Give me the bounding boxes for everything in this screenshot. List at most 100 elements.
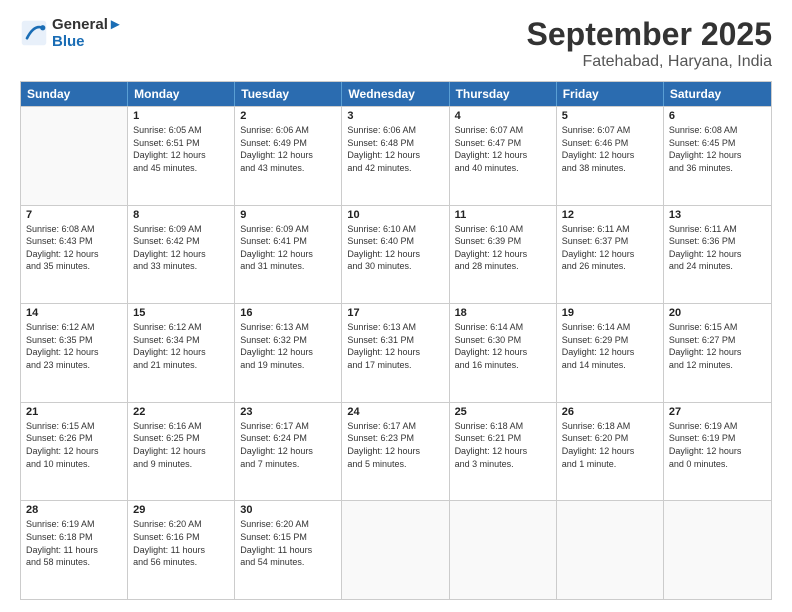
day-cell-16: 16Sunrise: 6:13 AM Sunset: 6:32 PM Dayli… [235, 304, 342, 402]
day-info: Sunrise: 6:05 AM Sunset: 6:51 PM Dayligh… [133, 124, 229, 174]
empty-cell-4-6 [664, 501, 771, 599]
month-title: September 2025 [527, 16, 772, 53]
day-info: Sunrise: 6:15 AM Sunset: 6:26 PM Dayligh… [26, 420, 122, 470]
day-cell-27: 27 Sunrise: 6:19 AM Sunset: 6:19 PM Dayli… [664, 403, 771, 501]
day-info: Sunrise: 6:06 AM Sunset: 6:49 PM Dayligh… [240, 124, 336, 174]
day-info: Sunrise: 6:09 AM Sunset: 6:42 PM Dayligh… [133, 223, 229, 273]
header: General► Blue September 2025 Fatehabad, … [20, 16, 772, 71]
day-number: 11 [455, 209, 551, 221]
day-cell-15: 15 Sunrise: 6:12 AM Sunset: 6:34 PM Dayli… [128, 304, 235, 402]
day-cell-8: 8 Sunrise: 6:09 AM Sunset: 6:42 PM Daylig… [128, 206, 235, 304]
calendar-row-2: 14 Sunrise: 6:12 AM Sunset: 6:35 PM Dayli… [21, 303, 771, 402]
day-number: 28 [26, 504, 122, 516]
day-number: 3 [347, 110, 443, 122]
day-number: 4 [455, 110, 551, 122]
day-info: Sunrise: 6:10 AM Sunset: 6:39 PM Dayligh… [455, 223, 551, 273]
logo-icon [20, 19, 48, 47]
day-number: 30 [240, 504, 336, 516]
day-cell-4: 4 Sunrise: 6:07 AM Sunset: 6:47 PM Daylig… [450, 107, 557, 205]
day-number: 18 [455, 307, 551, 319]
day-info: Sunrise: 6:07 AM Sunset: 6:47 PM Dayligh… [455, 124, 551, 174]
day-cell-30: 30 Sunrise: 6:20 AM Sunset: 6:15 PM Dayli… [235, 501, 342, 599]
day-number: 15 [133, 307, 229, 319]
day-info: Sunrise: 6:20 AM Sunset: 6:15 PM Dayligh… [240, 518, 336, 568]
day-cell-22: 22 Sunrise: 6:16 AM Sunset: 6:25 PM Dayli… [128, 403, 235, 501]
day-info: Sunrise: 6:14 AM Sunset: 6:30 PM Dayligh… [455, 321, 551, 371]
empty-cell-0-0 [21, 107, 128, 205]
day-cell-21: 21Sunrise: 6:15 AM Sunset: 6:26 PM Dayli… [21, 403, 128, 501]
day-number: 25 [455, 406, 551, 418]
weekday-header-tuesday: Tuesday [235, 82, 342, 106]
day-info: Sunrise: 6:17 AM Sunset: 6:23 PM Dayligh… [347, 420, 443, 470]
day-cell-28: 28Sunrise: 6:19 AM Sunset: 6:18 PM Dayli… [21, 501, 128, 599]
empty-cell-4-5 [557, 501, 664, 599]
day-info: Sunrise: 6:06 AM Sunset: 6:48 PM Dayligh… [347, 124, 443, 174]
day-info: Sunrise: 6:20 AM Sunset: 6:16 PM Dayligh… [133, 518, 229, 568]
day-info: Sunrise: 6:12 AM Sunset: 6:35 PM Dayligh… [26, 321, 122, 371]
day-number: 10 [347, 209, 443, 221]
day-cell-29: 29 Sunrise: 6:20 AM Sunset: 6:16 PM Dayli… [128, 501, 235, 599]
day-info: Sunrise: 6:12 AM Sunset: 6:34 PM Dayligh… [133, 321, 229, 371]
day-cell-25: 25 Sunrise: 6:18 AM Sunset: 6:21 PM Dayli… [450, 403, 557, 501]
calendar-row-4: 28Sunrise: 6:19 AM Sunset: 6:18 PM Dayli… [21, 500, 771, 599]
day-info: Sunrise: 6:18 AM Sunset: 6:20 PM Dayligh… [562, 420, 658, 470]
day-cell-14: 14 Sunrise: 6:12 AM Sunset: 6:35 PM Dayli… [21, 304, 128, 402]
calendar-row-3: 21Sunrise: 6:15 AM Sunset: 6:26 PM Dayli… [21, 402, 771, 501]
day-number: 1 [133, 110, 229, 122]
day-cell-3: 3 Sunrise: 6:06 AM Sunset: 6:48 PM Daylig… [342, 107, 449, 205]
day-info: Sunrise: 6:11 AM Sunset: 6:37 PM Dayligh… [562, 223, 658, 273]
day-number: 29 [133, 504, 229, 516]
day-info: Sunrise: 6:09 AM Sunset: 6:41 PM Dayligh… [240, 223, 336, 273]
day-number: 7 [26, 209, 122, 221]
day-number: 14 [26, 307, 122, 319]
title-block: September 2025 Fatehabad, Haryana, India [527, 16, 772, 71]
day-info: Sunrise: 6:17 AM Sunset: 6:24 PM Dayligh… [240, 420, 336, 470]
day-cell-12: 12 Sunrise: 6:11 AM Sunset: 6:37 PM Dayli… [557, 206, 664, 304]
calendar-row-0: 1 Sunrise: 6:05 AM Sunset: 6:51 PM Daylig… [21, 106, 771, 205]
day-info: Sunrise: 6:16 AM Sunset: 6:25 PM Dayligh… [133, 420, 229, 470]
day-number: 2 [240, 110, 336, 122]
day-info: Sunrise: 6:11 AM Sunset: 6:36 PM Dayligh… [669, 223, 766, 273]
location-title: Fatehabad, Haryana, India [527, 53, 772, 71]
weekday-header-wednesday: Wednesday [342, 82, 449, 106]
day-number: 5 [562, 110, 658, 122]
day-info: Sunrise: 6:08 AM Sunset: 6:45 PM Dayligh… [669, 124, 766, 174]
logo-text: General► Blue [52, 16, 123, 50]
day-cell-5: 5 Sunrise: 6:07 AM Sunset: 6:46 PM Daylig… [557, 107, 664, 205]
day-cell-20: 20Sunrise: 6:15 AM Sunset: 6:27 PM Dayli… [664, 304, 771, 402]
day-info: Sunrise: 6:07 AM Sunset: 6:46 PM Dayligh… [562, 124, 658, 174]
day-cell-26: 26 Sunrise: 6:18 AM Sunset: 6:20 PM Dayli… [557, 403, 664, 501]
calendar: SundayMondayTuesdayWednesdayThursdayFrid… [20, 81, 772, 600]
weekday-header-thursday: Thursday [450, 82, 557, 106]
day-info: Sunrise: 6:10 AM Sunset: 6:40 PM Dayligh… [347, 223, 443, 273]
day-cell-13: 13 Sunrise: 6:11 AM Sunset: 6:36 PM Dayli… [664, 206, 771, 304]
day-number: 22 [133, 406, 229, 418]
day-number: 6 [669, 110, 766, 122]
weekday-header-friday: Friday [557, 82, 664, 106]
day-cell-2: 2 Sunrise: 6:06 AM Sunset: 6:49 PM Daylig… [235, 107, 342, 205]
day-number: 26 [562, 406, 658, 418]
calendar-header: SundayMondayTuesdayWednesdayThursdayFrid… [21, 82, 771, 106]
day-info: Sunrise: 6:19 AM Sunset: 6:19 PM Dayligh… [669, 420, 766, 470]
empty-cell-4-3 [342, 501, 449, 599]
page: General► Blue September 2025 Fatehabad, … [0, 0, 792, 612]
day-number: 9 [240, 209, 336, 221]
day-number: 24 [347, 406, 443, 418]
day-number: 8 [133, 209, 229, 221]
day-cell-11: 11 Sunrise: 6:10 AM Sunset: 6:39 PM Dayli… [450, 206, 557, 304]
day-cell-17: 17Sunrise: 6:13 AM Sunset: 6:31 PM Dayli… [342, 304, 449, 402]
day-number: 19 [562, 307, 658, 319]
day-info: Sunrise: 6:18 AM Sunset: 6:21 PM Dayligh… [455, 420, 551, 470]
day-cell-18: 18 Sunrise: 6:14 AM Sunset: 6:30 PM Dayli… [450, 304, 557, 402]
day-number: 27 [669, 406, 766, 418]
day-info: Sunrise: 6:13 AM Sunset: 6:31 PM Dayligh… [347, 321, 443, 371]
day-cell-23: 23Sunrise: 6:17 AM Sunset: 6:24 PM Dayli… [235, 403, 342, 501]
logo: General► Blue [20, 16, 123, 50]
day-number: 12 [562, 209, 658, 221]
day-cell-1: 1 Sunrise: 6:05 AM Sunset: 6:51 PM Daylig… [128, 107, 235, 205]
day-number: 13 [669, 209, 766, 221]
day-info: Sunrise: 6:13 AM Sunset: 6:32 PM Dayligh… [240, 321, 336, 371]
calendar-row-1: 7Sunrise: 6:08 AM Sunset: 6:43 PM Daylig… [21, 205, 771, 304]
day-cell-19: 19Sunrise: 6:14 AM Sunset: 6:29 PM Dayli… [557, 304, 664, 402]
weekday-header-sunday: Sunday [21, 82, 128, 106]
